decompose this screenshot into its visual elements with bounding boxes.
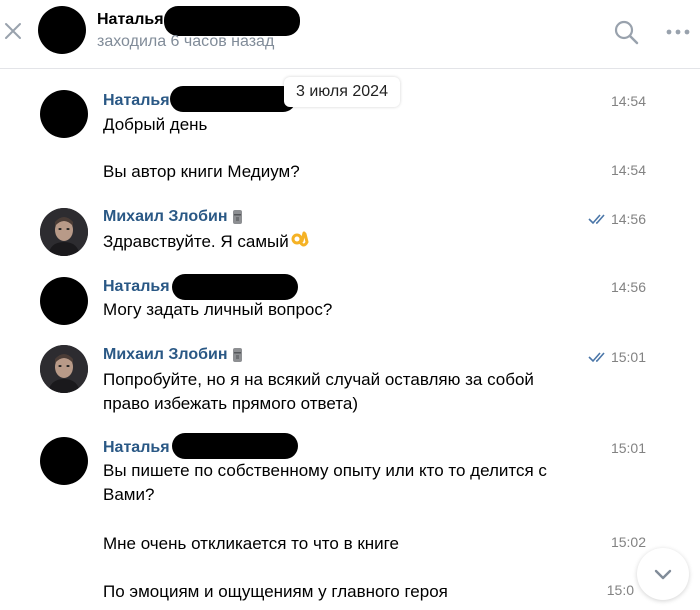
more-icon[interactable] bbox=[664, 22, 692, 42]
redaction bbox=[164, 6, 300, 36]
date-badge: 3 июля 2024 bbox=[284, 77, 400, 107]
message-text-line: Вы пишете по собственному опыту или кто … bbox=[103, 461, 547, 480]
message-text-content: Здравствуйте. Я самый bbox=[103, 232, 289, 251]
ok-hand-emoji bbox=[290, 230, 310, 250]
message-time: 14:54 bbox=[610, 162, 646, 178]
avatar[interactable] bbox=[40, 437, 88, 485]
redaction bbox=[172, 433, 298, 459]
contact-status: заходила 6 часов назад bbox=[97, 33, 275, 50]
message-time: 15:01 bbox=[610, 440, 646, 456]
message-time: 14:54 bbox=[610, 93, 646, 109]
chat-header: Наталья заходила 6 часов назад bbox=[0, 0, 700, 69]
message-text-line: Вами? bbox=[103, 485, 155, 504]
message-time: 15:0 bbox=[606, 582, 634, 598]
message-time: 14:56 bbox=[610, 211, 646, 227]
scroll-down-button[interactable] bbox=[637, 548, 689, 600]
message-text: Могу задать личный вопрос? bbox=[103, 300, 333, 319]
avatar[interactable] bbox=[40, 345, 88, 393]
message-text: Мне очень откликается то что в книге bbox=[103, 534, 399, 553]
message-author[interactable]: Михаил Злобин bbox=[103, 346, 228, 364]
double-check-icon bbox=[588, 214, 605, 225]
message-time: 15:01 bbox=[610, 349, 646, 365]
moai-emoji bbox=[233, 210, 242, 224]
moai-emoji bbox=[233, 348, 242, 362]
message-text: По эмоциям и ощущениям у главного героя bbox=[103, 582, 448, 601]
message-time: 14:56 bbox=[610, 279, 646, 295]
avatar-photo bbox=[40, 208, 88, 256]
message-text: Вы пишете по собственному опыту или кто … bbox=[103, 459, 603, 507]
redaction bbox=[172, 274, 298, 300]
avatar[interactable] bbox=[40, 208, 88, 256]
message-text: Добрый день bbox=[103, 115, 208, 134]
message-text: Вы автор книги Медиум? bbox=[103, 162, 300, 181]
message-author[interactable]: Михаил Злобин bbox=[103, 208, 228, 226]
message-text: Попробуйте, но я на всякий случай оставл… bbox=[103, 368, 603, 416]
contact-name[interactable]: Наталья bbox=[97, 11, 164, 29]
close-icon[interactable] bbox=[2, 20, 24, 42]
avatar[interactable] bbox=[40, 277, 88, 325]
message-author[interactable]: Наталья bbox=[103, 439, 170, 457]
message-text-line: Попробуйте, но я на всякий случай оставл… bbox=[103, 370, 534, 389]
avatar[interactable] bbox=[40, 90, 88, 138]
avatar-photo bbox=[40, 345, 88, 393]
search-icon[interactable] bbox=[612, 18, 640, 46]
message-text: Здравствуйте. Я самый bbox=[103, 230, 603, 254]
redaction bbox=[170, 86, 296, 112]
message-text-line: право избежать прямого ответа) bbox=[103, 394, 358, 413]
message-author[interactable]: Наталья bbox=[103, 278, 170, 296]
avatar[interactable] bbox=[38, 6, 86, 54]
double-check-icon bbox=[588, 352, 605, 363]
message-author[interactable]: Наталья bbox=[103, 92, 170, 110]
chevron-down-icon bbox=[654, 569, 672, 580]
